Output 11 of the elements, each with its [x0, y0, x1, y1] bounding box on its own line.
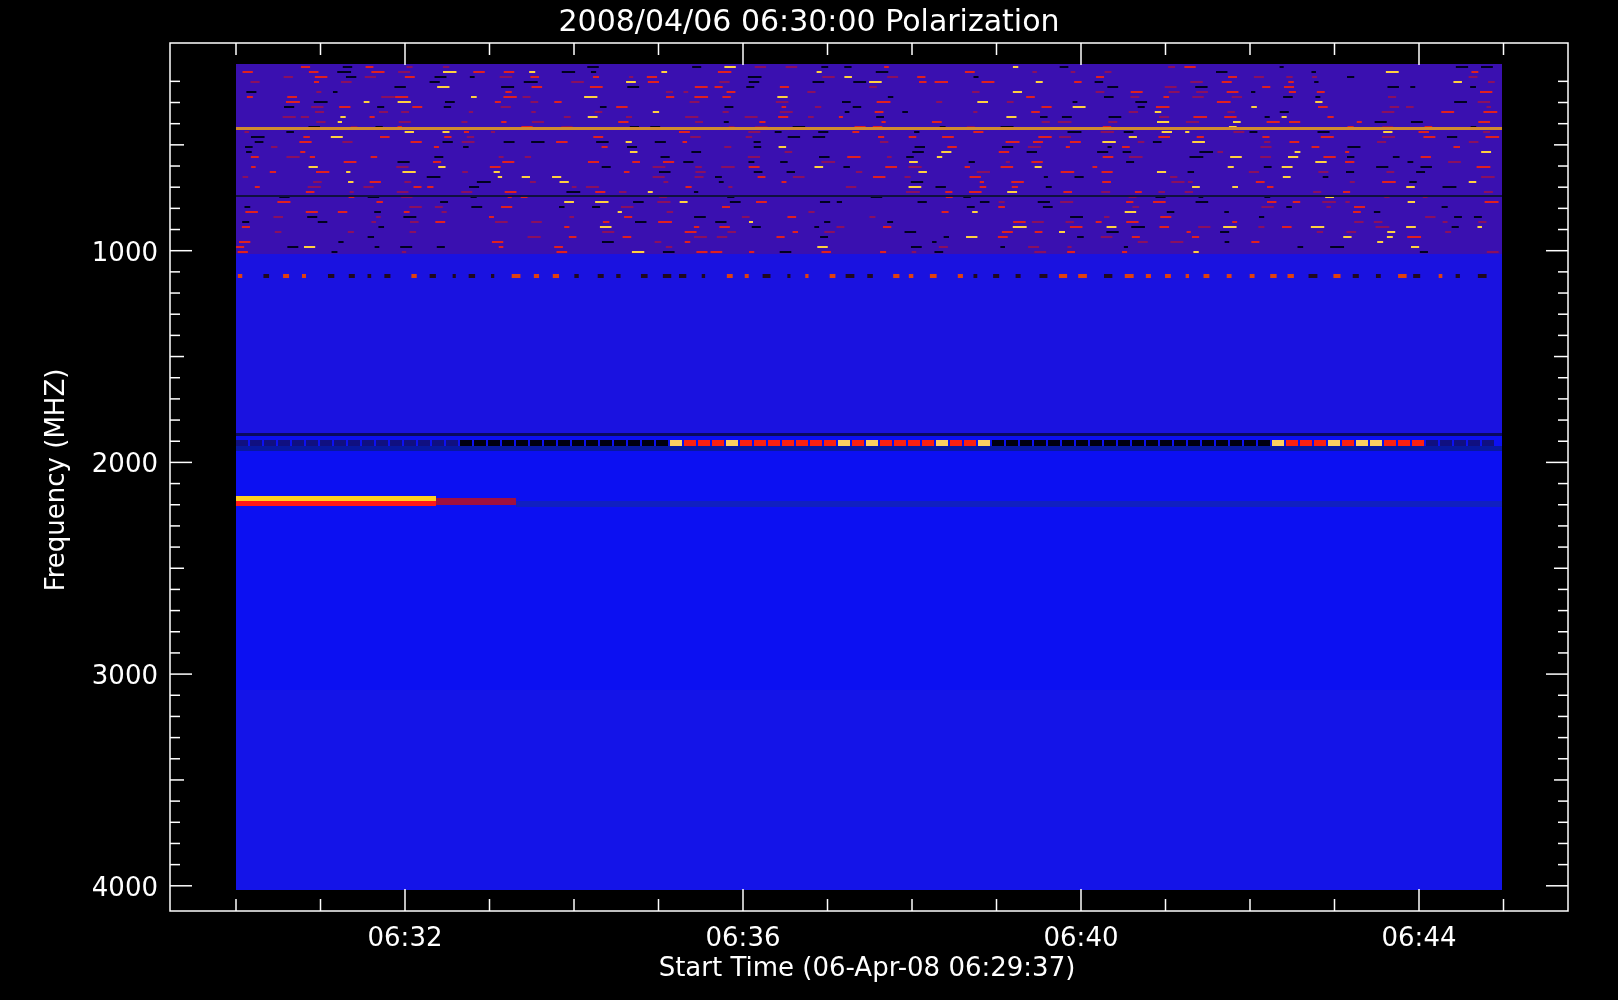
axis-tick-label: 3000 [91, 660, 158, 691]
axis-tick-label: 06:36 [705, 922, 781, 952]
axis-title: Frequency (MHZ) [40, 368, 70, 592]
plot-title: 2008/04/06 06:30:00 Polarization [558, 3, 1060, 38]
axis-tick-label: 06:44 [1381, 922, 1457, 952]
axis-tick-label: 1000 [91, 236, 158, 267]
axis-tick-label: 4000 [91, 871, 158, 902]
axis-tick-label: 06:40 [1043, 922, 1119, 952]
axis-tick-label: 06:32 [367, 922, 443, 952]
axis-tick-label: 2000 [91, 448, 158, 479]
axis-title: Start Time (06-Apr-08 06:29:37) [658, 952, 1076, 982]
